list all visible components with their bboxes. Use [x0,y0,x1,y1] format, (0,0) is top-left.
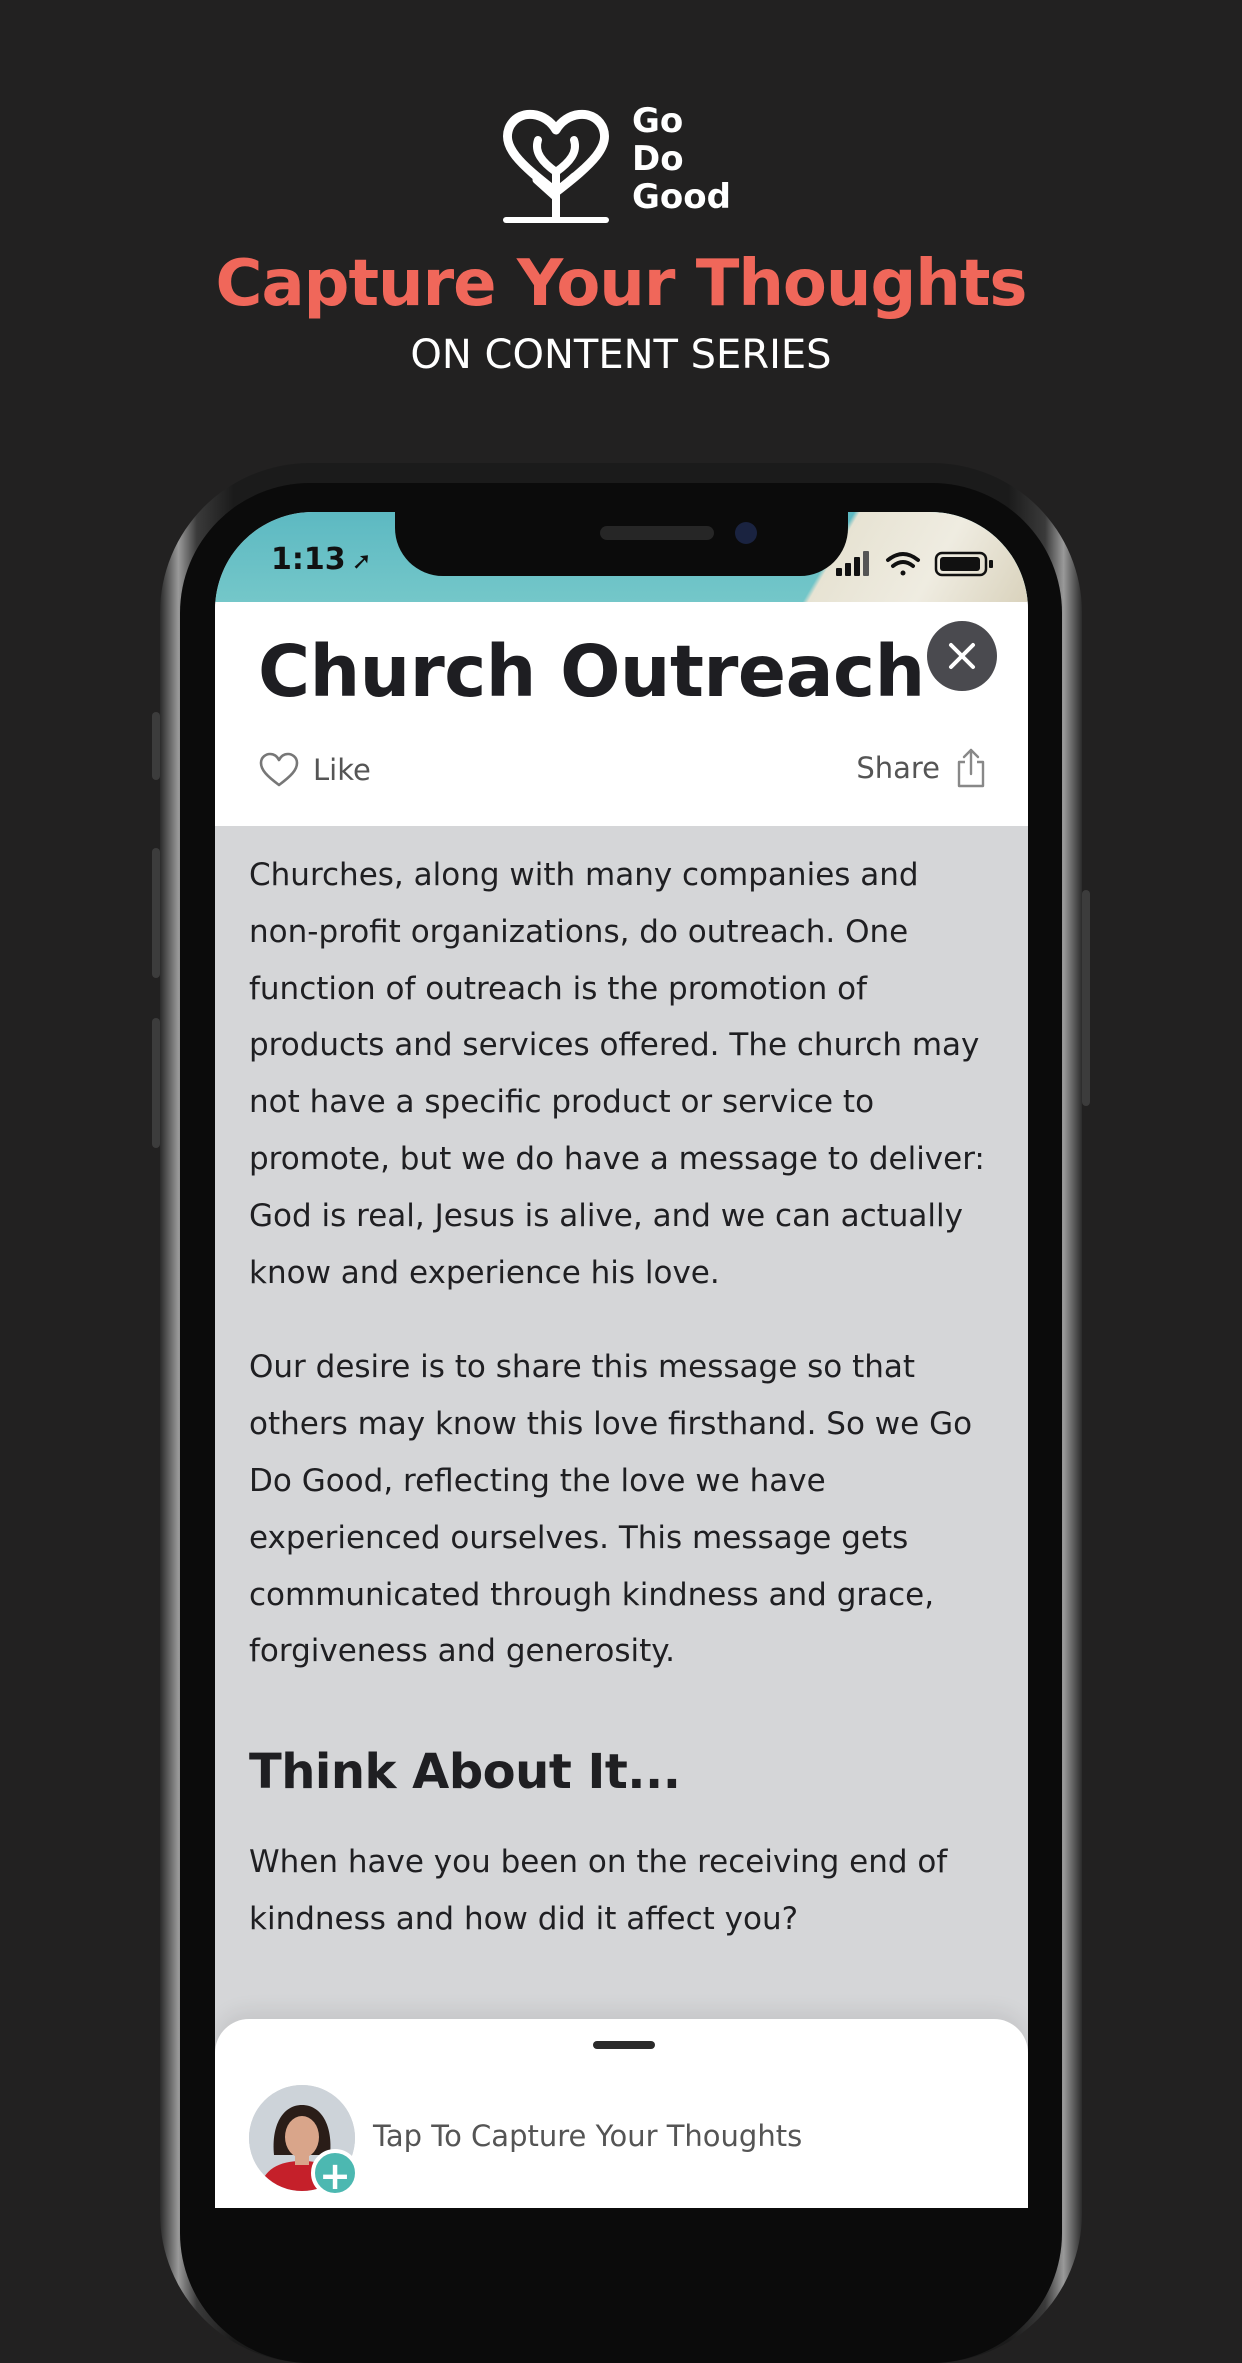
share-button[interactable]: Share [856,748,986,788]
phone-camera [735,522,757,544]
promo-subhead: ON CONTENT SERIES [410,332,832,378]
wifi-icon [886,552,920,576]
article-paragraph-1: Churches, along with many companies and … [249,857,985,1291]
capture-thoughts-label[interactable]: Tap To Capture Your Thoughts [373,2119,802,2153]
article-paragraph-2: Our desire is to share this message so t… [249,1349,973,1670]
status-time-text: 1:13 [271,542,346,577]
section-heading: Think About It... [249,1744,681,1801]
brand-line-3: Good [632,177,731,217]
phone-power-button [1082,890,1090,1106]
phone-screen: 1:13 ➚ Church Outreach Like Share Church… [215,512,1028,2208]
status-time: 1:13 ➚ [271,542,372,577]
brand-lockup: Go Do Good [500,100,750,225]
brand-name: Go Do Good [632,102,731,216]
battery-icon [934,551,993,577]
heart-tree-logo-icon [502,109,610,223]
brand-line-1: Go [632,101,684,141]
share-label: Share [856,751,940,785]
share-icon [957,748,985,788]
brand-line-2: Do [632,139,684,179]
heart-outline-icon [259,752,299,787]
close-button[interactable] [927,621,997,691]
status-icons [836,551,993,577]
phone-speaker [600,526,714,540]
phone-volume-up-button [152,848,160,978]
article-body: Churches, along with many companies and … [249,847,989,1986]
like-label: Like [313,753,371,787]
add-thought-icon[interactable]: + [311,2149,359,2198]
reflection-question: When have you been on the receiving end … [249,1844,948,1937]
phone-mute-switch [152,712,160,780]
phone-notch [395,512,848,576]
close-icon [949,643,975,669]
cellular-signal-icon [836,551,869,576]
phone-volume-down-button [152,1018,160,1148]
capture-thoughts-drawer[interactable]: + Tap To Capture Your Thoughts [215,2019,1028,2208]
article-title: Church Outreach [258,630,925,713]
like-button[interactable]: Like [259,750,371,790]
drawer-handle[interactable] [593,2041,655,2049]
location-arrow-icon: ➚ [351,547,372,575]
promo-headline: Capture Your Thoughts [215,247,1027,321]
